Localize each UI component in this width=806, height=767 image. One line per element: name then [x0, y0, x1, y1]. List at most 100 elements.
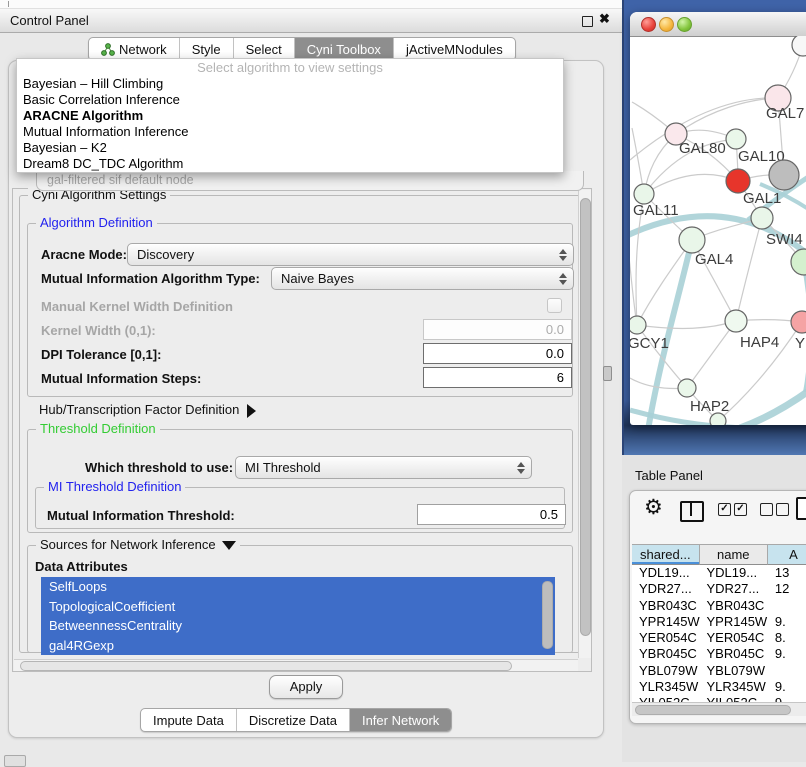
minimize-traffic-light[interactable] [659, 17, 674, 32]
tab-jactivemnodules[interactable]: jActiveMNodules [393, 38, 515, 60]
checked-checkbox-icon[interactable]: ✓ [718, 503, 731, 516]
table-cell: 8. [768, 630, 806, 646]
aracne-mode-label: Aracne Mode: [41, 247, 127, 262]
node-label: GAL7 [766, 105, 804, 122]
network-graph[interactable]: GAL7GAL80GAL10GAL1GAL11SWI4GAL4GCY1HAP4Y… [630, 36, 806, 425]
algorithm-option[interactable]: Basic Correlation Inference [17, 92, 563, 108]
network-node[interactable] [726, 129, 746, 149]
dpi-tolerance-field[interactable]: 0.0 [423, 343, 572, 364]
unchecked-checkbox-icon[interactable] [760, 503, 773, 516]
which-threshold-label: Which threshold to use: [85, 460, 233, 475]
algorithm-option[interactable]: Mutual Information Inference [17, 124, 563, 140]
network-node[interactable] [679, 227, 705, 253]
algorithm-option[interactable]: ARACNE Algorithm [17, 108, 563, 124]
column-header-a[interactable]: A [768, 544, 806, 565]
network-node[interactable] [634, 184, 654, 204]
table-row[interactable]: YDR27...YDR27...12 [632, 581, 806, 597]
table-row[interactable]: YER054CYER054C8. [632, 630, 806, 646]
panel-divider-handle[interactable] [603, 366, 612, 381]
data-attributes-label: Data Attributes [35, 559, 128, 574]
mi-threshold-legend: MI Threshold Definition [44, 479, 185, 494]
control-panel-titlebar: Control Panel ✖ [0, 9, 622, 33]
mi-threshold-field[interactable]: 0.5 [417, 504, 566, 525]
node-table[interactable]: shared...nameAYDL19...YDL19...13YDR27...… [632, 544, 806, 706]
zoom-traffic-light[interactable] [677, 17, 692, 32]
expanded-arrow-icon[interactable] [222, 541, 236, 550]
mi-algorithm-type-select[interactable]: Naive Bayes [271, 267, 574, 290]
column-header-shared-[interactable]: shared... [632, 544, 700, 565]
table-row[interactable]: YDL19...YDL19...13 [632, 565, 806, 581]
bottom-tab-discretize-data[interactable]: Discretize Data [236, 709, 349, 731]
attribute-item[interactable]: gal4RGexp [41, 636, 555, 656]
which-threshold-select[interactable]: MI Threshold [235, 456, 532, 479]
bottom-tab-infer-network[interactable]: Infer Network [349, 709, 451, 731]
algorithm-option[interactable]: Bayesian – K2 [17, 140, 563, 156]
algorithm-options: Bayesian – Hill ClimbingBasic Correlatio… [17, 76, 563, 172]
stepper-arrows-icon [559, 249, 567, 261]
network-window-titlebar[interactable] [630, 12, 806, 37]
stepper-arrows-icon [517, 462, 525, 474]
mi-steps-field[interactable]: 6 [423, 367, 572, 388]
checked-checkbox-icon[interactable]: ✓ [734, 503, 747, 516]
table-cell: YPR145W [632, 614, 700, 630]
table-cell: 9. [768, 679, 806, 695]
split-view-icon[interactable] [680, 501, 704, 522]
network-node[interactable] [630, 316, 646, 334]
network-node[interactable] [751, 207, 773, 229]
table-row[interactable]: YPR145WYPR145W9. [632, 614, 806, 630]
tab-style[interactable]: Style [179, 38, 233, 60]
tab-network[interactable]: Network [89, 38, 179, 60]
mi-steps-label: Mutual Information Steps: [41, 371, 201, 386]
algorithm-option[interactable]: Dream8 DC_TDC Algorithm [17, 156, 563, 172]
table-row[interactable]: YBR045CYBR045C9. [632, 646, 806, 662]
table-cell: 12 [768, 581, 806, 597]
kernel-width-field[interactable]: 0.0 [423, 319, 572, 340]
algorithm-option[interactable]: Bayesian – Hill Climbing [17, 76, 563, 92]
apply-button[interactable]: Apply [269, 675, 343, 699]
table-row[interactable]: YLR345WYLR345W9. [632, 679, 806, 695]
settings-vertical-scrollbar[interactable] [578, 190, 591, 658]
table-cell: YDR27... [632, 581, 700, 597]
float-window-icon[interactable] [582, 16, 593, 27]
algorithm-dropdown-popup: Select algorithm to view settings Bayesi… [16, 58, 564, 173]
network-node[interactable] [792, 36, 806, 56]
network-node[interactable] [769, 160, 799, 190]
network-node[interactable] [725, 310, 747, 332]
tab-cyni-toolbox[interactable]: Cyni Toolbox [294, 38, 393, 60]
mi-threshold-value: 0.5 [540, 507, 558, 522]
document-icon[interactable] [796, 497, 806, 520]
column-header-name[interactable]: name [700, 544, 768, 565]
bottom-tab-label: Infer Network [362, 713, 439, 728]
attributes-list-scrollbar[interactable] [542, 579, 552, 653]
table-row[interactable]: YBL079WYBL079W [632, 663, 806, 679]
bottom-tab-impute-data[interactable]: Impute Data [141, 709, 236, 731]
data-attributes-list[interactable]: SelfLoopsTopologicalCoefficientBetweenne… [41, 577, 555, 655]
collapsed-arrow-icon[interactable] [247, 404, 256, 418]
network-selector-combo[interactable]: gal-filtered sif default node [36, 171, 584, 191]
close-traffic-light[interactable] [641, 17, 656, 32]
tab-select[interactable]: Select [233, 38, 294, 60]
hub-definition-toggle-label[interactable]: Hub/Transcription Factor Definition [39, 402, 256, 418]
table-horizontal-scrollbar[interactable] [632, 702, 806, 716]
attribute-item[interactable]: SelfLoops [41, 577, 555, 597]
table-subwindow: ⚙ ✓ ✓ shared...nameAYDL19...YDL19...13YD… [629, 490, 806, 724]
network-node[interactable] [791, 311, 806, 333]
gear-icon[interactable]: ⚙ [644, 495, 663, 520]
attribute-item[interactable]: TopologicalCoefficient [41, 597, 555, 617]
mi-algorithm-type-value: Naive Bayes [281, 271, 354, 286]
close-window-icon[interactable]: ✖ [599, 11, 610, 27]
node-label: Y [795, 335, 805, 352]
unchecked-checkbox-icon[interactable] [776, 503, 789, 516]
network-node[interactable] [678, 379, 696, 397]
manual-kernel-width-checkbox[interactable] [547, 298, 562, 313]
mi-steps-value: 6 [557, 370, 564, 385]
table-row[interactable]: YBR043CYBR043C [632, 598, 806, 614]
aracne-mode-select[interactable]: Discovery [127, 243, 574, 266]
network-node[interactable] [791, 249, 806, 275]
table-cell: YBL079W [700, 663, 768, 679]
sources-legend[interactable]: Sources for Network Inference [36, 537, 240, 552]
settings-horizontal-scrollbar[interactable] [14, 659, 578, 671]
network-node[interactable] [710, 413, 726, 425]
network-selector-value: gal-filtered sif default node [37, 171, 583, 189]
attribute-item[interactable]: BetweennessCentrality [41, 616, 555, 636]
